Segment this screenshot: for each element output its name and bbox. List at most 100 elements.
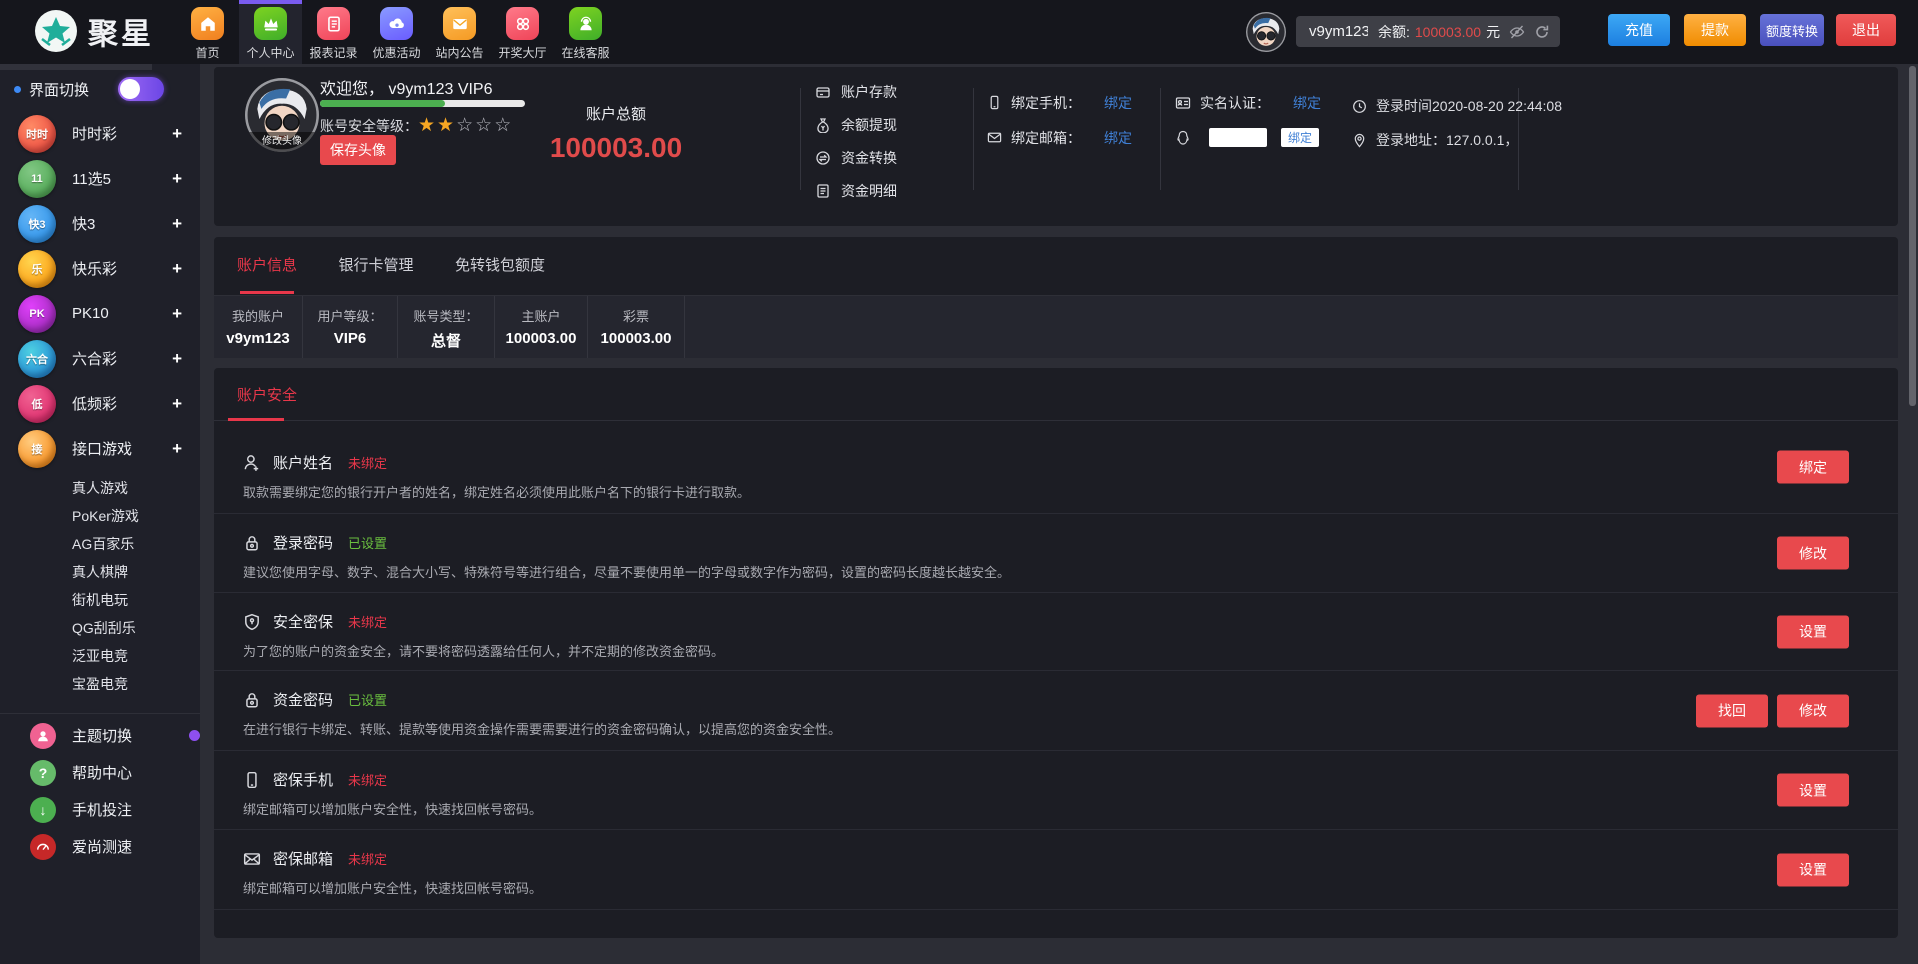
sidebar-item-kuai3[interactable]: 快3 快3 + — [0, 201, 200, 246]
deposit-link[interactable]: 账户存款 — [815, 75, 897, 108]
sidebar-item-arcade[interactable]: 街机电玩 — [0, 586, 200, 614]
security-progress-fill — [320, 100, 445, 107]
mail-icon — [987, 130, 1002, 145]
quota-transfer-button[interactable]: 额度转换 — [1760, 14, 1824, 46]
location-pin-icon — [1352, 133, 1367, 148]
nav-personal-center[interactable]: 个人中心 — [239, 0, 302, 64]
nav-draw-hall[interactable]: 开奖大厅 — [491, 0, 554, 64]
bind-button[interactable]: 绑定 — [1777, 451, 1849, 484]
sidebar-item-fanya-esports[interactable]: 泛亚电竞 — [0, 642, 200, 670]
sidebar-item-qg-scratch[interactable]: QG刮刮乐 — [0, 614, 200, 642]
sidebar-item-poker-games[interactable]: PoKer游戏 — [0, 502, 200, 530]
main-nav: 首页 个人中心 报表记录 优惠活动 站内公告 开奖大厅 — [176, 0, 617, 64]
expand-plus-icon[interactable]: + — [172, 349, 182, 369]
tab-wallet-quota[interactable]: 免转钱包额度 — [455, 237, 545, 294]
modify-button[interactable]: 修改 — [1777, 537, 1849, 570]
security-row-title: 密保手机 — [273, 769, 333, 790]
crown-icon — [254, 7, 287, 40]
sidebar-item-11xuan5[interactable]: 11 11选5 + — [0, 156, 200, 201]
lock-icon — [243, 691, 261, 709]
jiekou-ball-icon: 接 — [18, 430, 56, 468]
tab-bank-card[interactable]: 银行卡管理 — [338, 237, 413, 294]
retrieve-button[interactable]: 找回 — [1696, 694, 1768, 727]
speedometer-icon — [30, 834, 56, 860]
sidebar-item-liuhecai[interactable]: 六合 六合彩 + — [0, 336, 200, 381]
nav-reports[interactable]: 报表记录 — [302, 0, 365, 64]
liuhecai-ball-icon: 六合 — [18, 340, 56, 378]
refresh-icon[interactable] — [1534, 24, 1550, 40]
avatar-overlay-label[interactable]: 修改头像 — [245, 132, 319, 152]
eye-slash-icon[interactable] — [1509, 24, 1525, 40]
nav-home[interactable]: 首页 — [176, 0, 239, 64]
nav-announcements[interactable]: 站内公告 — [428, 0, 491, 64]
dipincai-ball-icon: 低 — [18, 385, 56, 423]
sidebar-item-help-center[interactable]: ? 帮助中心 — [0, 754, 200, 791]
fund-detail-link[interactable]: 资金明细 — [815, 174, 897, 207]
cell-user-level: 用户等级： VIP6 — [303, 296, 398, 358]
logout-button[interactable]: 退出 — [1836, 14, 1896, 46]
sidebar-item-speed-test[interactable]: 爱尚测速 — [0, 828, 200, 865]
profile-avatar[interactable]: 修改头像 — [245, 78, 319, 152]
login-address-text: 登录地址：127.0.0.1， — [1376, 130, 1518, 150]
sidebar-item-kuailecai[interactable]: 乐 快乐彩 + — [0, 246, 200, 291]
security-row-status: 未绑定 — [348, 770, 387, 789]
transfer-link[interactable]: 资金转换 — [815, 141, 897, 174]
site-logo[interactable]: 聚星 — [34, 9, 154, 53]
security-row-desc: 绑定邮箱可以增加账户安全性，快速找回帐号密码。 — [243, 878, 542, 897]
security-row-title: 密保邮箱 — [273, 848, 333, 869]
modify-button[interactable]: 修改 — [1777, 694, 1849, 727]
qq-penguin-icon — [1175, 130, 1191, 146]
expand-plus-icon[interactable]: + — [172, 304, 182, 324]
expand-plus-icon[interactable]: + — [172, 259, 182, 279]
set-button[interactable]: 设置 — [1777, 853, 1849, 886]
realname-bind-link[interactable]: 绑定 — [1293, 93, 1321, 113]
sidebar-item-shishicai[interactable]: 时时 时时彩 + — [0, 111, 200, 156]
balance-unit: 元 — [1486, 22, 1500, 42]
sidebar-item-dipincai[interactable]: 低 低频彩 + — [0, 381, 200, 426]
left-sidebar: 界面切换 时时 时时彩 + 11 11选5 + 快3 快3 + 乐 快乐彩 + … — [0, 64, 200, 964]
sidebar-item-pk10[interactable]: PK PK10 + — [0, 291, 200, 336]
save-avatar-button[interactable]: 保存头像 — [320, 135, 396, 165]
ui-switch-toggle[interactable] — [118, 77, 164, 101]
expand-plus-icon[interactable]: + — [172, 169, 182, 189]
login-time-row: 登录时间2020-08-20 22:44:08 — [1352, 89, 1562, 123]
four-dots-icon — [506, 7, 539, 40]
security-row-title: 安全密保 — [273, 611, 333, 632]
phone-icon — [243, 771, 261, 789]
sidebar-item-baoying-esports[interactable]: 宝盈电竞 — [0, 670, 200, 698]
withdraw-button[interactable]: 提款 — [1684, 14, 1746, 46]
set-button[interactable]: 设置 — [1777, 774, 1849, 807]
tab-row: 账户信息 银行卡管理 免转钱包额度 — [214, 237, 1898, 296]
qq-bind-button[interactable]: 绑定 — [1281, 128, 1319, 147]
qq-number-input[interactable] — [1209, 128, 1267, 147]
cell-my-account: 我的账户 v9ym123 — [214, 296, 303, 358]
account-total-label: 账户总额 — [530, 103, 702, 124]
nav-customer-service[interactable]: 在线客服 — [554, 0, 617, 64]
login-address-row: 登录地址：127.0.0.1， — [1352, 123, 1562, 157]
expand-plus-icon[interactable]: + — [172, 124, 182, 144]
sidebar-item-live-chess[interactable]: 真人棋牌 — [0, 558, 200, 586]
sidebar-item-ag-baccarat[interactable]: AG百家乐 — [0, 530, 200, 558]
header-avatar[interactable] — [1246, 12, 1286, 52]
withdraw-link[interactable]: 余额提现 — [815, 108, 897, 141]
sidebar-item-mobile-betting[interactable]: ↓ 手机投注 — [0, 791, 200, 828]
expand-plus-icon[interactable]: + — [172, 394, 182, 414]
sidebar-item-jiekou-games[interactable]: 接 接口游戏 + — [0, 426, 200, 471]
expand-plus-icon[interactable]: + — [172, 439, 182, 459]
star-empty-icon: ☆ — [475, 114, 494, 137]
security-row-title: 资金密码 — [273, 689, 333, 710]
scrollbar-thumb[interactable] — [1909, 66, 1916, 406]
bind-email-link[interactable]: 绑定 — [1104, 128, 1132, 148]
expand-plus-icon[interactable]: + — [172, 214, 182, 234]
recharge-button[interactable]: 充值 — [1608, 14, 1670, 46]
nav-promotions[interactable]: 优惠活动 — [365, 0, 428, 64]
sidebar-item-live-games[interactable]: 真人游戏 — [0, 474, 200, 502]
bind-phone-link[interactable]: 绑定 — [1104, 93, 1132, 113]
security-row-status: 未绑定 — [348, 453, 387, 472]
id-card-icon — [1175, 95, 1191, 111]
set-button[interactable]: 设置 — [1777, 615, 1849, 648]
tab-account-info[interactable]: 账户信息 — [237, 237, 297, 294]
security-level-row: 账号安全等级： ★ ★ ☆ ☆ ☆ — [320, 114, 513, 137]
login-info-column: 登录时间2020-08-20 22:44:08 登录地址：127.0.0.1， — [1352, 89, 1562, 157]
sidebar-item-theme-switch[interactable]: 主题切换 — [0, 717, 200, 754]
